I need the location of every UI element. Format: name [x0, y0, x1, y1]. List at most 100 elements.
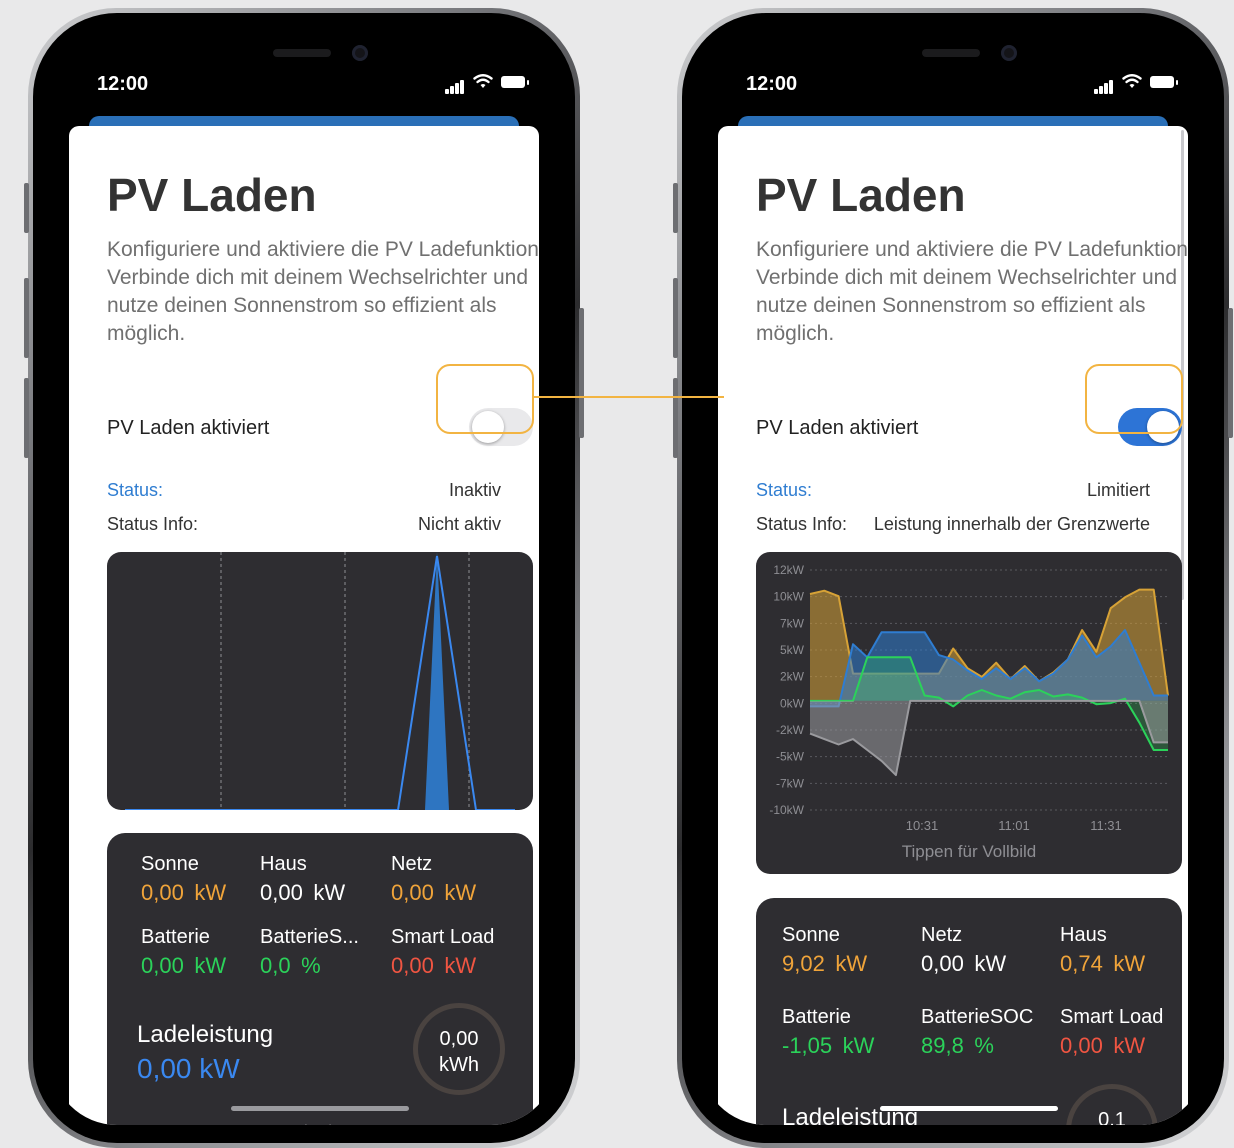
toggle-highlight-left — [436, 364, 534, 434]
volume-down-button — [673, 378, 678, 458]
power-chart[interactable] — [107, 552, 533, 810]
energy-ring: 0,1 — [1066, 1084, 1158, 1125]
series-area — [810, 700, 1168, 776]
metric-label: Netz — [391, 853, 433, 875]
y-tick-label: 12kW — [773, 563, 804, 577]
metric-label: Smart Load — [1060, 1006, 1164, 1028]
status-value: Inaktiv — [448, 480, 501, 500]
scroll-indicator[interactable] — [1181, 130, 1184, 600]
metric-label: Batterie — [782, 1006, 851, 1028]
series-area — [425, 552, 449, 810]
camera — [352, 45, 368, 61]
mute-switch — [24, 183, 29, 233]
wifi-icon — [1122, 74, 1142, 88]
ladeleistung-value: 0,00 kW — [137, 1053, 240, 1084]
metric-label: Haus — [260, 853, 307, 875]
metric-value: 0,00 kW — [141, 880, 227, 905]
camera — [1001, 45, 1017, 61]
modal-sheet: PV Laden Konfiguriere und aktiviere die … — [718, 126, 1188, 1125]
y-tick-label: 7kW — [780, 616, 805, 630]
metric-label: BatterieSOC — [921, 1006, 1034, 1028]
metric-value: 0,00 kW — [921, 951, 1007, 976]
energy-ring: 0,00 kWh — [413, 1003, 505, 1095]
metric-value: 89,8 % — [921, 1033, 994, 1058]
left-phone-frame: 12:00 PV Laden Konfiguriere und aktivier… — [24, 8, 584, 1148]
home-indicator[interactable] — [880, 1106, 1058, 1111]
y-tick-label: 2kW — [780, 670, 805, 684]
status-bar-icons — [445, 74, 545, 94]
pv-toggle-label: PV Laden aktiviert — [107, 417, 270, 439]
status-label: Status: — [756, 480, 813, 500]
y-tick-label: -10kW — [769, 803, 804, 817]
metric-value: 0,00 kW — [1060, 1033, 1146, 1058]
home-indicator[interactable] — [231, 1106, 409, 1111]
power-chart[interactable]: 12kW 10kW 7kW 5kW 2kW 0kW -2kW -5kW -7kW -10kW 10:… — [756, 552, 1182, 874]
metric-label: Netz — [921, 924, 963, 946]
modal-sheet: PV Laden Konfiguriere und aktiviere die … — [69, 126, 539, 1125]
speaker — [273, 49, 331, 57]
toggle-highlight-right — [1085, 364, 1183, 434]
speaker — [922, 49, 980, 57]
status-label: Status: — [107, 480, 164, 500]
y-tick-label: -2kW — [776, 723, 805, 737]
wifi-icon — [473, 74, 493, 88]
right-phone-frame: 12:00 PV Laden Konfiguriere und aktivier… — [673, 8, 1233, 1148]
metric-value: 0,00 kW — [141, 953, 227, 978]
status-value: Limitiert — [1086, 480, 1150, 500]
right-screen: 12:00 PV Laden Konfiguriere und aktivier… — [700, 31, 1206, 1125]
status-bar-time: 12:00 — [746, 73, 798, 95]
status-info-value: Nicht aktiv — [417, 514, 501, 534]
pv-toggle-label: PV Laden aktiviert — [756, 417, 919, 439]
page-description: Konfiguriere und aktiviere die PV Ladefu… — [107, 238, 539, 345]
chevron-down-icon[interactable] — [303, 1123, 333, 1125]
metric-label: Sonne — [141, 853, 199, 875]
page-title: PV Laden — [107, 169, 317, 221]
metric-label: BatterieS... — [260, 926, 359, 948]
status-bar-icons — [1094, 74, 1194, 94]
page-description: Konfiguriere und aktiviere die PV Ladefu… — [756, 238, 1188, 345]
metric-label: Haus — [1060, 924, 1107, 946]
battery-icon — [501, 76, 529, 88]
y-tick-label: 0kW — [780, 696, 805, 710]
y-tick-label: 10kW — [773, 590, 804, 604]
power-chart-plot: 12kW 10kW 7kW 5kW 2kW 0kW -2kW -5kW -7kW -10kW 10:… — [769, 563, 1169, 833]
x-tick-label: 10:31 — [906, 818, 939, 833]
battery-icon — [1150, 76, 1178, 88]
volume-down-button — [24, 378, 29, 458]
power-button — [1228, 308, 1233, 438]
y-tick-label: -5kW — [776, 750, 805, 764]
status-bar-time: 12:00 — [97, 73, 149, 95]
metric-label: Batterie — [141, 926, 210, 948]
power-button — [579, 308, 584, 438]
highlight-connector — [534, 396, 724, 398]
metric-value: -1,05 kW — [782, 1033, 875, 1058]
metric-value: 0,74 kW — [1060, 951, 1146, 976]
left-screen: 12:00 PV Laden Konfiguriere und aktivier… — [51, 31, 557, 1125]
volume-up-button — [24, 278, 29, 358]
energy-value: 0,00 — [439, 1028, 479, 1050]
x-tick-label: 11:01 — [998, 818, 1030, 833]
metric-value: 0,00 kW — [391, 880, 477, 905]
x-tick-label: 11:31 — [1090, 818, 1122, 833]
status-info-value: Leistung innerhalb der Grenzwerte — [873, 514, 1150, 534]
metric-value: 0,0 % — [260, 953, 321, 978]
energy-unit: kWh — [439, 1054, 479, 1076]
y-tick-label: -7kW — [776, 776, 805, 790]
mute-switch — [673, 183, 678, 233]
metric-value: 0,00 kW — [391, 953, 477, 978]
metrics-card: Sonne 0,00 kW Haus 0,00 kW Netz 0,00 kW Batter… — [107, 833, 533, 1125]
ladeleistung-label: Ladeleistung — [137, 1021, 274, 1048]
status-info-label: Status Info: — [107, 514, 199, 534]
metrics-card: Sonne 9,02 kW Netz 0,00 kW Haus 0,74 kW Batter… — [756, 898, 1182, 1125]
power-chart-plot — [125, 552, 515, 810]
notch — [818, 31, 1088, 89]
metric-value: 0,00 kW — [260, 880, 346, 905]
metric-value: 9,02 kW — [782, 951, 868, 976]
series-line — [125, 555, 515, 810]
y-tick-label: 5kW — [780, 643, 805, 657]
status-info-label: Status Info: — [756, 514, 848, 534]
energy-value: 0,1 — [1098, 1109, 1126, 1125]
page-title: PV Laden — [756, 169, 966, 221]
notch — [169, 31, 439, 89]
chart-fullscreen-hint: Tippen für Vollbild — [901, 842, 1037, 861]
